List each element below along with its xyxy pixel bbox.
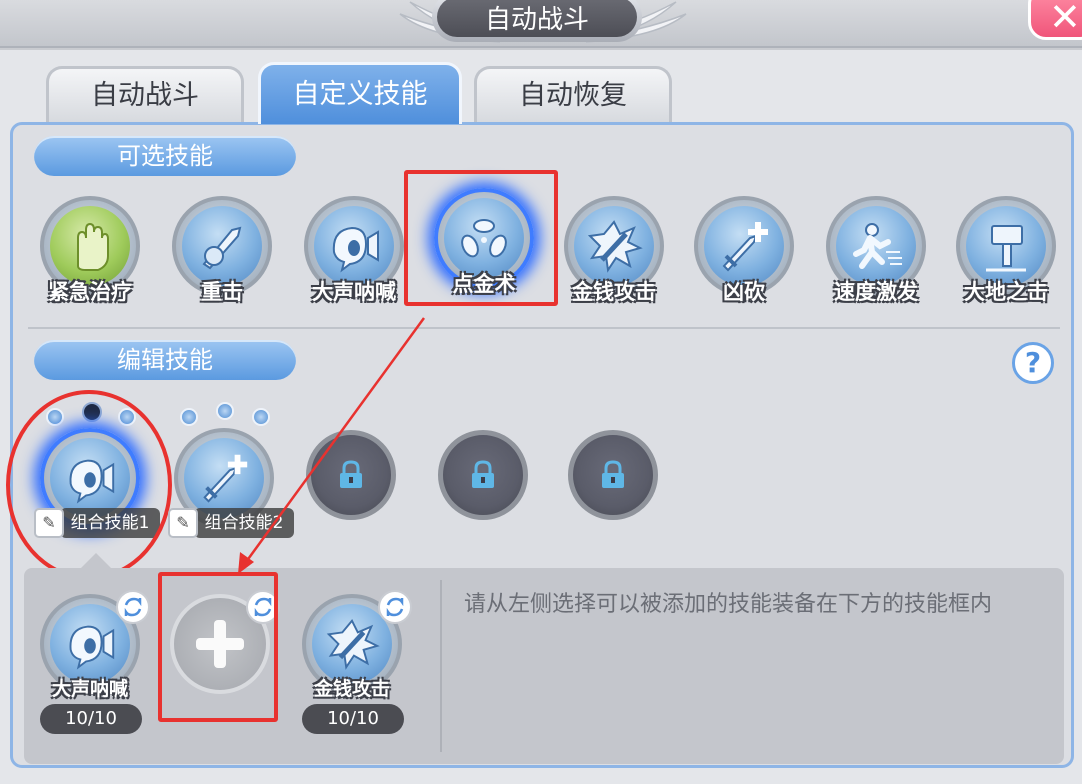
sword-plus-icon: [203, 454, 248, 503]
lock-icon: [340, 460, 362, 488]
charge-dot: [180, 408, 198, 426]
charge-dot: [216, 402, 234, 420]
skill-emergency-heal[interactable]: 紧急治疗: [40, 196, 140, 320]
highlight-box-alchemy: [404, 170, 558, 306]
combo-skill-2[interactable]: 组合技能2 ✎: [168, 402, 294, 542]
tab-auto-recover[interactable]: 自动恢复: [474, 66, 672, 124]
sword-plus-icon: [722, 222, 768, 272]
locked-slot[interactable]: [306, 430, 396, 520]
editor-divider: [440, 580, 442, 752]
tab-custom-skills[interactable]: 自定义技能: [258, 62, 462, 124]
skill-name: 大地之击: [964, 280, 1048, 304]
skill-name: 速度激发: [834, 280, 918, 304]
charge-dot: [252, 408, 270, 426]
slot-skill-name: 金钱攻击: [313, 678, 390, 700]
uses-counter: 10/10: [40, 704, 142, 734]
lock-icon: [602, 460, 624, 488]
shout-icon: [69, 625, 115, 670]
swap-button[interactable]: [378, 590, 412, 624]
section-label-available: 可选技能: [34, 136, 296, 176]
skill-earth-strike[interactable]: 大地之击: [956, 196, 1056, 320]
lock-icon: [472, 460, 494, 488]
skill-heavy-strike[interactable]: 重击: [172, 196, 272, 320]
page-title: 自动战斗: [437, 0, 637, 37]
pencil-icon[interactable]: ✎: [168, 508, 198, 538]
runner-icon: [853, 223, 902, 269]
close-button[interactable]: ✕: [1028, 0, 1082, 40]
sword-strike-icon: [202, 226, 242, 270]
uses-counter: 10/10: [302, 704, 404, 734]
highlight-circle-combo: [6, 390, 172, 580]
skill-loud-shout[interactable]: 大声呐喊: [304, 196, 404, 320]
locked-slot[interactable]: [568, 430, 658, 520]
skill-money-attack[interactable]: 金钱攻击: [564, 196, 664, 320]
skill-name: 金钱攻击: [572, 280, 656, 304]
section-label-edit: 编辑技能: [34, 340, 296, 380]
skill-speed-burst[interactable]: 速度激发: [826, 196, 926, 320]
combo-label: 组合技能2: [194, 508, 294, 538]
tab-auto-battle[interactable]: 自动战斗: [46, 66, 244, 124]
title-plate: 自动战斗: [432, 0, 642, 42]
skill-name: 大声呐喊: [312, 280, 396, 304]
skill-name: 凶砍: [723, 280, 765, 304]
money-attack-icon: [587, 220, 643, 273]
money-attack-icon: [326, 619, 380, 670]
skill-slot-3[interactable]: 金钱攻击 10/10: [302, 590, 412, 744]
skill-name: 紧急治疗: [48, 280, 132, 304]
editor-caret: [80, 553, 112, 569]
swap-button[interactable]: [116, 590, 150, 624]
close-icon: ✕: [1049, 0, 1081, 39]
swap-icon: [386, 597, 404, 617]
slot-skill-name: 大声呐喊: [51, 678, 128, 700]
swap-icon: [124, 597, 142, 617]
skill-slot-1[interactable]: 大声呐喊 10/10: [40, 590, 150, 744]
help-button[interactable]: ?: [1012, 342, 1054, 384]
locked-slot[interactable]: [438, 430, 528, 520]
hint-text: 请从左侧选择可以被添加的技能装备在下方的技能框内: [464, 592, 993, 617]
hammer-icon: [986, 225, 1026, 272]
section-divider: [28, 327, 1060, 329]
hand-icon: [77, 222, 109, 271]
highlight-box-add-slot: [158, 572, 278, 722]
skill-fierce-slash[interactable]: 凶砍: [694, 196, 794, 320]
shout-icon: [332, 226, 379, 273]
skill-name: 重击: [201, 280, 243, 304]
